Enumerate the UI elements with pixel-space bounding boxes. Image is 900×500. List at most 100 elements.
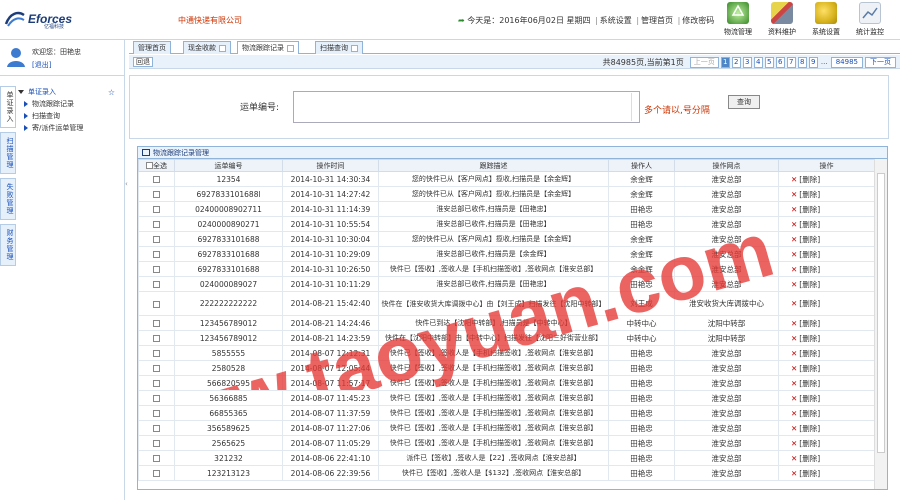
delete-icon[interactable]: ✕ [791,175,797,184]
table-row[interactable]: 5855555 2014-08-07 12:12:31 快件已【签收】,签收人是【手… [138,345,875,361]
cell-select[interactable] [138,345,175,361]
row-checkbox[interactable] [153,281,160,288]
vtab-finance[interactable]: 财务管理 [0,224,16,266]
delete-icon[interactable]: ✕ [791,205,797,214]
table-row[interactable]: 123456789012 2014-08-21 14:24:46 快件已到达【沈阳中… [138,315,875,331]
favorite-icon[interactable]: ☆ [108,88,115,97]
tab-cash[interactable]: 现金收款 [183,41,231,54]
row-checkbox[interactable] [153,455,160,462]
delete-link[interactable]: [删除] [799,250,820,259]
query-button[interactable]: 查询 [728,95,760,109]
cell-actions[interactable]: ✕ [删除] [778,291,875,316]
table-row[interactable]: 12354 2014-10-31 14:30:34 您的快件已从【客户网点】揽收,扫… [138,171,875,187]
delete-link[interactable]: [删除] [799,364,820,373]
delete-icon[interactable]: ✕ [791,424,797,433]
cell-actions[interactable]: ✕ [删除] [778,360,875,376]
cell-actions[interactable]: ✕ [删除] [778,201,875,217]
cell-select[interactable] [138,420,175,436]
tab-close-icon[interactable] [219,44,226,52]
tree-item-tracking[interactable]: 物流跟踪记录 [18,98,123,110]
cell-select[interactable] [138,216,175,232]
page-button[interactable]: 4 [753,56,763,68]
logout-link[interactable]: [退出] [32,60,51,70]
row-checkbox[interactable] [153,380,160,387]
delete-icon[interactable]: ✕ [791,265,797,274]
page-button[interactable]: 3 [742,56,752,68]
table-row[interactable]: 56366885 2014-08-07 11:45:23 快件已【签收】,签收人是【… [138,390,875,406]
cell-actions[interactable]: ✕ [删除] [778,450,875,466]
next-page-button[interactable]: 下一页 [865,56,896,68]
delete-link[interactable]: [删除] [799,469,820,478]
tab-home[interactable]: 管理首页 [133,41,171,54]
tab-tracking[interactable]: 物流跟踪记录 [237,41,299,54]
cell-actions[interactable]: ✕ [删除] [778,375,875,391]
table-row[interactable]: 356589625 2014-08-07 11:27:06 快件已【签收】,签收人是… [138,420,875,436]
table-row[interactable]: 6927833101688 2014-10-31 10:26:50 快件已【签收】,… [138,261,875,277]
delete-link[interactable]: [删除] [799,175,820,184]
page-button[interactable]: 9 [808,56,818,68]
cell-actions[interactable]: ✕ [删除] [778,171,875,187]
delete-icon[interactable]: ✕ [791,394,797,403]
table-row[interactable]: 024000089027 2014-10-31 10:11:29 淮安总部已收件,扫… [138,276,875,292]
row-checkbox[interactable] [153,365,160,372]
delete-icon[interactable]: ✕ [791,349,797,358]
table-row[interactable]: 123213123 2014-08-06 22:39:56 快件已【签收】,签收人是… [138,465,875,481]
delete-link[interactable]: [删除] [799,394,820,403]
row-checkbox[interactable] [153,206,160,213]
delete-link[interactable]: [删除] [799,235,820,244]
cell-select[interactable] [138,435,175,451]
input-scrollbar[interactable] [631,93,638,121]
row-checkbox[interactable] [153,350,160,357]
row-checkbox[interactable] [153,221,160,228]
cell-actions[interactable]: ✕ [删除] [778,420,875,436]
row-checkbox[interactable] [153,300,160,308]
delete-icon[interactable]: ✕ [791,364,797,373]
tree-item-scan-query[interactable]: 扫描查询 [18,110,123,122]
delete-icon[interactable]: ✕ [791,190,797,199]
cell-select[interactable] [138,261,175,277]
delete-link[interactable]: [删除] [799,265,820,274]
top-icon-statistics[interactable]: 统计监控 [848,0,892,40]
top-icon-maintenance[interactable]: 资料维护 [760,0,804,40]
table-row[interactable]: 0240000890271 2014-10-31 10:55:54 淮安总部已收件,… [138,216,875,232]
back-button[interactable]: 回退 [133,57,153,67]
row-checkbox[interactable] [153,236,160,243]
delete-icon[interactable]: ✕ [791,469,797,478]
delete-link[interactable]: [删除] [799,454,820,463]
cell-actions[interactable]: ✕ [删除] [778,405,875,421]
tree-item-waybill[interactable]: 寄/派件运单管理 [18,122,123,134]
link-home[interactable]: 管理首页 [641,16,673,25]
table-row[interactable]: 66855365 2014-08-07 11:37:59 快件已【签收】,签收人是【… [138,405,875,421]
cell-select[interactable] [138,315,175,331]
delete-icon[interactable]: ✕ [791,439,797,448]
grid-scrollbar[interactable] [874,159,887,489]
cell-actions[interactable]: ✕ [删除] [778,231,875,247]
table-row[interactable]: 02400008902711 2014-10-31 11:14:39 淮安总部已收件… [138,201,875,217]
cell-actions[interactable]: ✕ [删除] [778,186,875,202]
select-all-header[interactable]: 全选 [138,159,175,172]
cell-actions[interactable]: ✕ [删除] [778,246,875,262]
page-button[interactable]: 8 [797,56,807,68]
delete-icon[interactable]: ✕ [791,250,797,259]
table-row[interactable]: 2580528 2014-08-07 12:05:44 快件已【签收】,签收人是【手… [138,360,875,376]
top-icon-logistics[interactable]: 物流管理 [716,0,760,40]
cell-select[interactable] [138,390,175,406]
delete-link[interactable]: [删除] [799,280,820,289]
table-row[interactable]: 321232 2014-08-06 22:41:10 派件已【签收】,签收人是【22… [138,450,875,466]
page-button[interactable]: 1 [720,56,730,68]
row-checkbox[interactable] [153,440,160,447]
row-checkbox[interactable] [153,251,160,258]
delete-link[interactable]: [删除] [799,409,820,418]
delete-link[interactable]: [删除] [799,379,820,388]
delete-icon[interactable]: ✕ [791,235,797,244]
cell-select[interactable] [138,171,175,187]
delete-icon[interactable]: ✕ [791,409,797,418]
link-change-password[interactable]: 修改密码 [682,16,714,25]
delete-icon[interactable]: ✕ [791,454,797,463]
delete-link[interactable]: [删除] [799,205,820,214]
cell-actions[interactable]: ✕ [删除] [778,315,875,331]
delete-icon[interactable]: ✕ [791,334,797,343]
tab-close-icon[interactable] [287,44,294,52]
tab-scan-query[interactable]: 扫描查询 [315,41,363,54]
delete-link[interactable]: [删除] [799,439,820,448]
